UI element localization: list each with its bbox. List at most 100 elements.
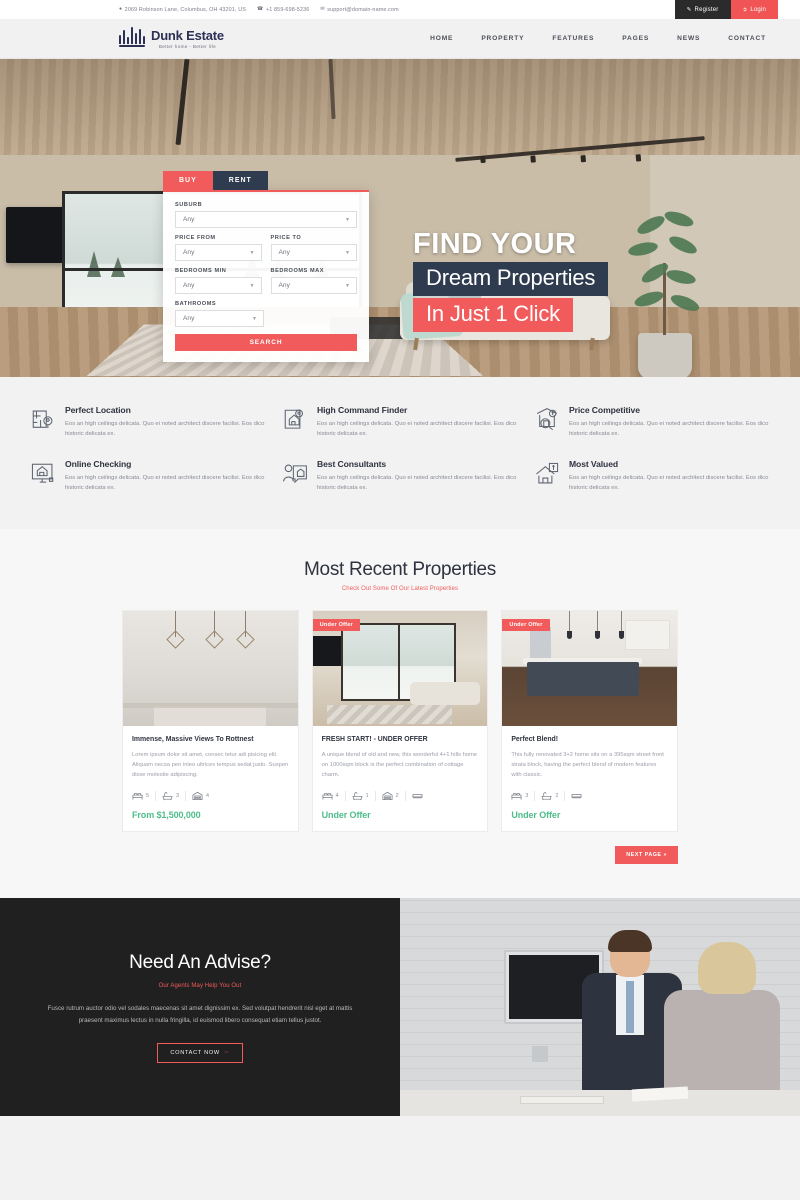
select-suburb-value: Any bbox=[183, 216, 195, 223]
chevron-down-icon: ▼ bbox=[345, 249, 350, 256]
house-value-tag-icon bbox=[534, 461, 560, 487]
map-location-icon bbox=[30, 407, 56, 433]
nav-item-features[interactable]: FEATURES bbox=[538, 35, 608, 42]
hero-headline: FIND YOUR Dream Properties In Just 1 Cli… bbox=[413, 228, 609, 332]
advise-photo bbox=[400, 898, 800, 1116]
property-card[interactable]: Under Offer Perfect Blend! This fully re… bbox=[501, 610, 678, 832]
spec-cars-value: 4 bbox=[206, 793, 209, 799]
spec-beds-value: 4 bbox=[335, 793, 339, 799]
hero-title-line1: FIND YOUR bbox=[413, 228, 577, 260]
bed-icon bbox=[511, 793, 522, 800]
floorplan-icon bbox=[571, 794, 582, 799]
select-bedrooms-max[interactable]: Any ▼ bbox=[270, 277, 357, 294]
property-specs: 5 3 4 bbox=[132, 789, 289, 801]
edit-square-icon: ✎ bbox=[686, 6, 692, 13]
footer-strip bbox=[0, 1116, 800, 1170]
next-page-button[interactable]: NEXT PAGE » bbox=[615, 846, 678, 864]
label-bedrooms-max: BEDROOMS MAX bbox=[270, 268, 325, 274]
topbar-phone[interactable]: ☎ +1 859-698-5236 bbox=[257, 7, 309, 13]
spec-beds: 4 bbox=[322, 791, 346, 801]
spec-cars-value: 2 bbox=[395, 793, 399, 799]
feature-title: Price Competitive bbox=[569, 405, 640, 415]
property-image: Under Offer bbox=[312, 611, 488, 726]
select-bedrooms-min-value: Any bbox=[183, 282, 195, 289]
select-bedrooms-max-value: Any bbox=[278, 282, 290, 289]
search-submit-button[interactable]: SEARCH bbox=[175, 334, 357, 351]
tab-rent[interactable]: RENT bbox=[212, 171, 268, 190]
spec-cars: 2 bbox=[376, 791, 406, 801]
topbar-contact-info: ● 2069 Robinson Lane, Columbus, OH 43201… bbox=[0, 7, 399, 13]
properties-subtitle: Check Out Some Of Our Latest Properties bbox=[341, 586, 459, 592]
property-specs: 4 1 2 bbox=[322, 789, 479, 801]
logo[interactable]: Dunk Estate Better home - Better life bbox=[0, 26, 224, 51]
select-price-from-value: Any bbox=[183, 249, 195, 256]
contact-now-button[interactable]: CONTACT NOW ☞ bbox=[157, 1042, 243, 1063]
select-bedrooms-min[interactable]: Any ▼ bbox=[175, 277, 262, 294]
nav-item-contact[interactable]: CONTACT bbox=[714, 35, 780, 42]
feature-title: Best Consultants bbox=[317, 459, 387, 469]
tab-buy[interactable]: BUY bbox=[163, 171, 213, 190]
chevron-down-icon: ▼ bbox=[252, 315, 257, 322]
spec-baths: 1 bbox=[346, 791, 376, 801]
house-price-search-icon bbox=[534, 407, 560, 433]
spec-beds: 5 bbox=[132, 791, 156, 801]
chevron-down-icon: ▼ bbox=[345, 282, 350, 289]
main-nav: HOME PROPERTY FEATURES PAGES NEWS CONTAC… bbox=[416, 35, 780, 42]
spec-baths-value: 1 bbox=[365, 793, 369, 799]
select-price-to[interactable]: Any ▼ bbox=[270, 244, 357, 261]
nav-item-property[interactable]: PROPERTY bbox=[467, 35, 538, 42]
property-title: Perfect Blend! bbox=[511, 736, 559, 743]
topbar-email-text: support@domain-name.com bbox=[327, 6, 399, 13]
hero-background-image bbox=[0, 59, 800, 377]
login-button[interactable]: ➲ Login bbox=[730, 0, 778, 19]
floorplan-icon bbox=[412, 794, 423, 799]
property-description: This fully renovated 3+2 home sits on a … bbox=[511, 752, 664, 778]
topbar-email[interactable]: ✉ support@domain-name.com bbox=[320, 7, 398, 13]
property-card[interactable]: Immense, Massive Views To Rottnest Lorem… bbox=[122, 610, 299, 832]
feature-perfect-location: Perfect Location Eos an high ceilings de… bbox=[30, 405, 266, 439]
label-bedrooms-min: BEDROOMS MIN bbox=[175, 268, 227, 274]
feature-title: Online Checking bbox=[65, 459, 132, 469]
nav-item-news[interactable]: NEWS bbox=[663, 35, 714, 42]
select-price-to-value: Any bbox=[278, 249, 290, 256]
bathtub-icon bbox=[162, 792, 173, 801]
feature-text: Eos an high ceilings delicata. Quo ei no… bbox=[65, 475, 265, 491]
features-section: Perfect Location Eos an high ceilings de… bbox=[0, 377, 800, 529]
features-grid: Perfect Location Eos an high ceilings de… bbox=[30, 405, 770, 493]
search-form: SUBURB Any ▼ PRICE FROM Any ▼ PRICE TO A… bbox=[163, 190, 369, 362]
topbar-address: ● 2069 Robinson Lane, Columbus, OH 43201… bbox=[119, 7, 246, 13]
nav-item-pages[interactable]: PAGES bbox=[608, 35, 663, 42]
page-title: Most Recent Properties bbox=[304, 559, 496, 580]
bed-icon bbox=[132, 793, 143, 800]
nav-item-home[interactable]: HOME bbox=[416, 35, 467, 42]
property-description: A unique blend of old and new, this wond… bbox=[321, 752, 478, 778]
select-bathrooms[interactable]: Any ▼ bbox=[175, 310, 264, 327]
sign-in-icon: ➲ bbox=[742, 6, 748, 13]
hero-section: FIND YOUR Dream Properties In Just 1 Cli… bbox=[0, 59, 800, 377]
spec-beds-value: 5 bbox=[146, 793, 149, 799]
select-suburb[interactable]: Any ▼ bbox=[175, 211, 357, 228]
login-label: Login bbox=[750, 6, 766, 13]
property-title: FRESH START! - UNDER OFFER bbox=[321, 736, 428, 743]
search-tabs: BUY RENT bbox=[163, 171, 369, 190]
property-specs: 3 2 bbox=[511, 789, 668, 801]
feature-online-checking: Online Checking Eos an high ceilings del… bbox=[30, 459, 266, 493]
register-button[interactable]: ✎ Register bbox=[674, 0, 731, 19]
topbar-address-text: 2069 Robinson Lane, Columbus, OH 43201, … bbox=[124, 6, 247, 13]
property-card[interactable]: Under Offer FRESH START! - UNDER OFFER A… bbox=[311, 610, 489, 832]
select-price-from[interactable]: Any ▼ bbox=[175, 244, 262, 261]
feature-text: Eos an high ceilings delicata. Quo ei no… bbox=[569, 421, 769, 437]
hero-title-line3: In Just 1 Click bbox=[413, 298, 573, 332]
spec-baths: 2 bbox=[535, 791, 566, 801]
label-bathrooms: BATHROOMS bbox=[175, 301, 217, 307]
spec-extra bbox=[565, 791, 588, 801]
property-search-panel: BUY RENT SUBURB Any ▼ PRICE FROM Any ▼ P… bbox=[163, 171, 369, 362]
pagination: NEXT PAGE » bbox=[122, 846, 678, 864]
feature-high-command-finder: High Command Finder Eos an high ceilings… bbox=[282, 405, 518, 439]
register-label: Register bbox=[694, 6, 719, 13]
house-monitor-icon bbox=[30, 461, 56, 487]
spec-cars: 4 bbox=[186, 791, 215, 801]
spec-extra bbox=[406, 791, 429, 801]
label-suburb: SUBURB bbox=[175, 202, 203, 208]
envelope-icon: ✉ bbox=[320, 6, 325, 12]
